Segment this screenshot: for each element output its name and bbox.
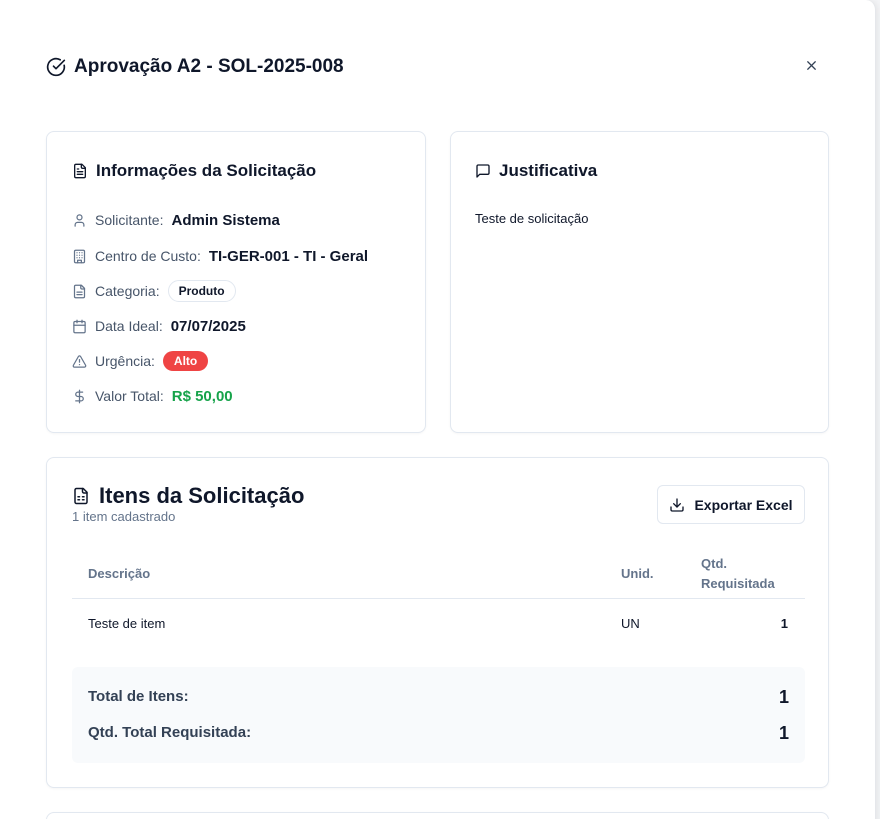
items-title: Itens da Solicitação xyxy=(99,483,305,508)
total-value-label: Valor Total: xyxy=(95,388,164,404)
cost-center-label: Centro de Custo: xyxy=(95,248,201,264)
ideal-date-value: 07/07/2025 xyxy=(170,317,246,335)
column-header-description: Descrição xyxy=(88,566,151,581)
total-qty-label: Qtd. Total Requisitada: xyxy=(88,724,252,741)
dollar-sign-icon xyxy=(75,389,84,403)
items-count: 1 item cadastrado xyxy=(72,509,176,524)
export-excel-button[interactable]: Exportar Excel xyxy=(657,485,805,524)
row-unit: UN xyxy=(621,616,640,631)
approval-modal: Aprovação A2 - SOL-2025-008 Informações … xyxy=(0,0,876,819)
urgency-row: Urgência: Alto xyxy=(72,350,209,372)
requester-value: Admin Sistema xyxy=(171,211,280,229)
export-excel-label: Exportar Excel xyxy=(694,496,793,513)
close-button[interactable] xyxy=(800,54,822,76)
building-icon xyxy=(73,249,86,263)
total-value-row: Valor Total: R$ 50,00 xyxy=(72,385,233,407)
items-summary: Total de Itens: 1 Qtd. Total Requisitada… xyxy=(72,667,805,763)
request-info-title: Informações da Solicitação xyxy=(96,161,317,180)
ideal-date-label: Data Ideal: xyxy=(95,318,163,334)
justification-header: Justificativa xyxy=(475,161,597,181)
cost-center-value: TI-GER-001 - TI - Geral xyxy=(208,247,369,265)
alert-triangle-icon xyxy=(72,354,87,368)
requester-label: Solicitante: xyxy=(95,212,164,228)
justification-text: Teste de solicitação xyxy=(475,211,589,226)
request-info-card: Informações da Solicitação Solicitante: … xyxy=(46,131,426,433)
row-description: Teste de item xyxy=(88,616,166,631)
category-row: Categoria: Produto xyxy=(72,280,236,302)
category-badge: Produto xyxy=(167,280,236,302)
column-header-qty-line2: Requisitada xyxy=(701,576,775,591)
urgency-label: Urgência: xyxy=(95,353,155,369)
column-header-qty: Qtd. Requisitada xyxy=(701,554,775,594)
file-spreadsheet-icon xyxy=(74,487,88,505)
user-icon xyxy=(74,213,85,227)
cost-center-row: Centro de Custo: TI-GER-001 - TI - Geral xyxy=(72,245,368,267)
requester-row: Solicitante: Admin Sistema xyxy=(72,209,280,231)
file-text-icon xyxy=(73,284,86,298)
category-label: Categoria: xyxy=(95,283,160,299)
justification-title: Justificativa xyxy=(499,161,598,180)
check-circle-icon xyxy=(46,57,66,77)
request-info-header: Informações da Solicitação xyxy=(72,161,316,181)
ideal-date-row: Data Ideal: 07/07/2025 xyxy=(72,315,246,337)
total-qty-value: 1 xyxy=(778,723,789,743)
modal-header: Aprovação A2 - SOL-2025-008 xyxy=(46,54,344,80)
total-value-amount: R$ 50,00 xyxy=(171,387,233,405)
modal-title: Aprovação A2 - SOL-2025-008 xyxy=(74,56,344,77)
download-icon xyxy=(670,497,685,512)
file-text-icon xyxy=(74,163,86,179)
calendar-icon xyxy=(73,319,86,333)
message-square-icon xyxy=(476,164,490,178)
close-icon xyxy=(806,60,816,70)
column-header-unit: Unid. xyxy=(621,566,654,581)
table-divider xyxy=(72,598,805,599)
column-header-qty-line1: Qtd. xyxy=(701,556,727,571)
justification-card: Justificativa Teste de solicitação xyxy=(450,131,829,433)
row-quantity: 1 xyxy=(780,616,788,631)
total-items-value: 1 xyxy=(778,687,789,707)
next-section-card xyxy=(46,812,829,819)
items-header: Itens da Solicitação xyxy=(72,483,304,509)
total-items-label: Total de Itens: xyxy=(88,688,189,705)
items-card: Itens da Solicitação 1 item cadastrado E… xyxy=(46,457,829,788)
urgency-badge: Alto xyxy=(162,351,209,371)
